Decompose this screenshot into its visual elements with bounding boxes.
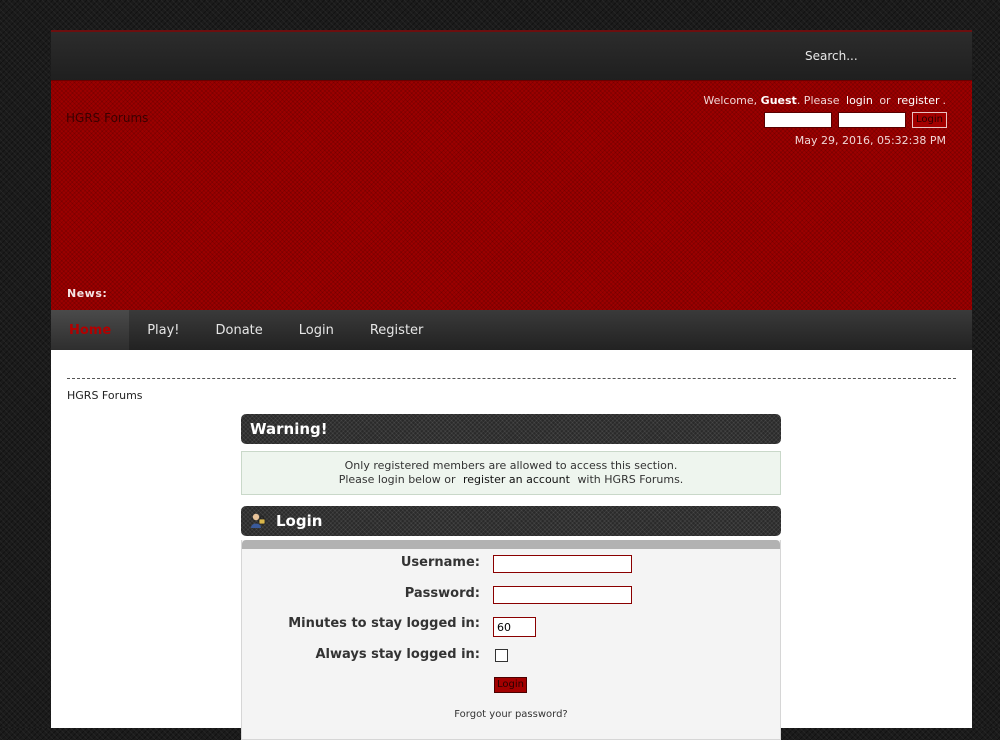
register-link[interactable]: register [897, 94, 939, 107]
warning-line-1: Only registered members are allowed to a… [344, 459, 678, 472]
login-link[interactable]: login [846, 94, 873, 107]
nav-home[interactable]: Home [51, 310, 130, 350]
main-nav: Home Play! Donate Login Register [51, 310, 972, 350]
main-content: HGRS Forums Warning! Only registered mem… [51, 350, 972, 740]
nav-login[interactable]: Login [281, 310, 352, 350]
breadcrumb[interactable]: HGRS Forums [67, 389, 143, 402]
please-text: . Please [796, 94, 840, 107]
warning-message: Only registered members are allowed to a… [241, 451, 781, 495]
welcome-text: Welcome, Guest. Please login or register… [703, 94, 946, 107]
login-form-strip [242, 540, 780, 549]
welcome-prefix: Welcome, [703, 94, 758, 107]
quick-login: Login [764, 112, 947, 128]
warning-header: Warning! [241, 414, 781, 444]
warning-title: Warning! [250, 420, 328, 438]
or-text: or [879, 94, 891, 107]
quick-password-input[interactable] [838, 112, 907, 128]
login-header: Login [241, 506, 781, 536]
forgot-password-link[interactable]: Forgot your password? [242, 709, 780, 720]
quick-login-button[interactable]: Login [912, 112, 947, 128]
warning-line-2: Please login below or register an accoun… [242, 473, 780, 487]
news-label: News: [67, 287, 108, 300]
login-submit-button[interactable]: Login [494, 677, 527, 693]
site-logo[interactable]: HGRS Forums [66, 111, 148, 125]
divider [67, 378, 956, 379]
password-input[interactable] [493, 586, 632, 604]
warning-line-2-prefix: Please login below or [338, 473, 456, 486]
quick-username-input[interactable] [764, 112, 833, 128]
nav-play[interactable]: Play! [129, 310, 197, 350]
login-user-icon [249, 512, 267, 530]
minutes-input[interactable] [493, 617, 536, 637]
login-form: Username: Password: Minutes to stay logg… [241, 540, 781, 740]
period-text: . [942, 94, 947, 107]
login-title: Login [276, 512, 323, 530]
username-label: Username: [400, 555, 480, 570]
nav-register[interactable]: Register [352, 310, 442, 350]
top-bar [51, 30, 972, 80]
nav-donate[interactable]: Donate [198, 310, 281, 350]
search-input[interactable] [803, 46, 917, 66]
warning-line-2-suffix: with HGRS Forums. [577, 473, 684, 486]
site-header: HGRS Forums Welcome, Guest. Please login… [51, 80, 972, 310]
password-label: Password: [404, 586, 480, 601]
username-input[interactable] [493, 555, 632, 573]
always-logged-label: Always stay logged in: [315, 647, 480, 662]
always-logged-checkbox[interactable] [495, 649, 508, 662]
page-wrapper: HGRS Forums Welcome, Guest. Please login… [51, 30, 972, 740]
current-datetime: May 29, 2016, 05:32:38 PM [794, 134, 946, 147]
minutes-label: Minutes to stay logged in: [288, 616, 480, 631]
register-account-link[interactable]: register an account [463, 473, 570, 486]
guest-name: Guest [760, 94, 797, 107]
